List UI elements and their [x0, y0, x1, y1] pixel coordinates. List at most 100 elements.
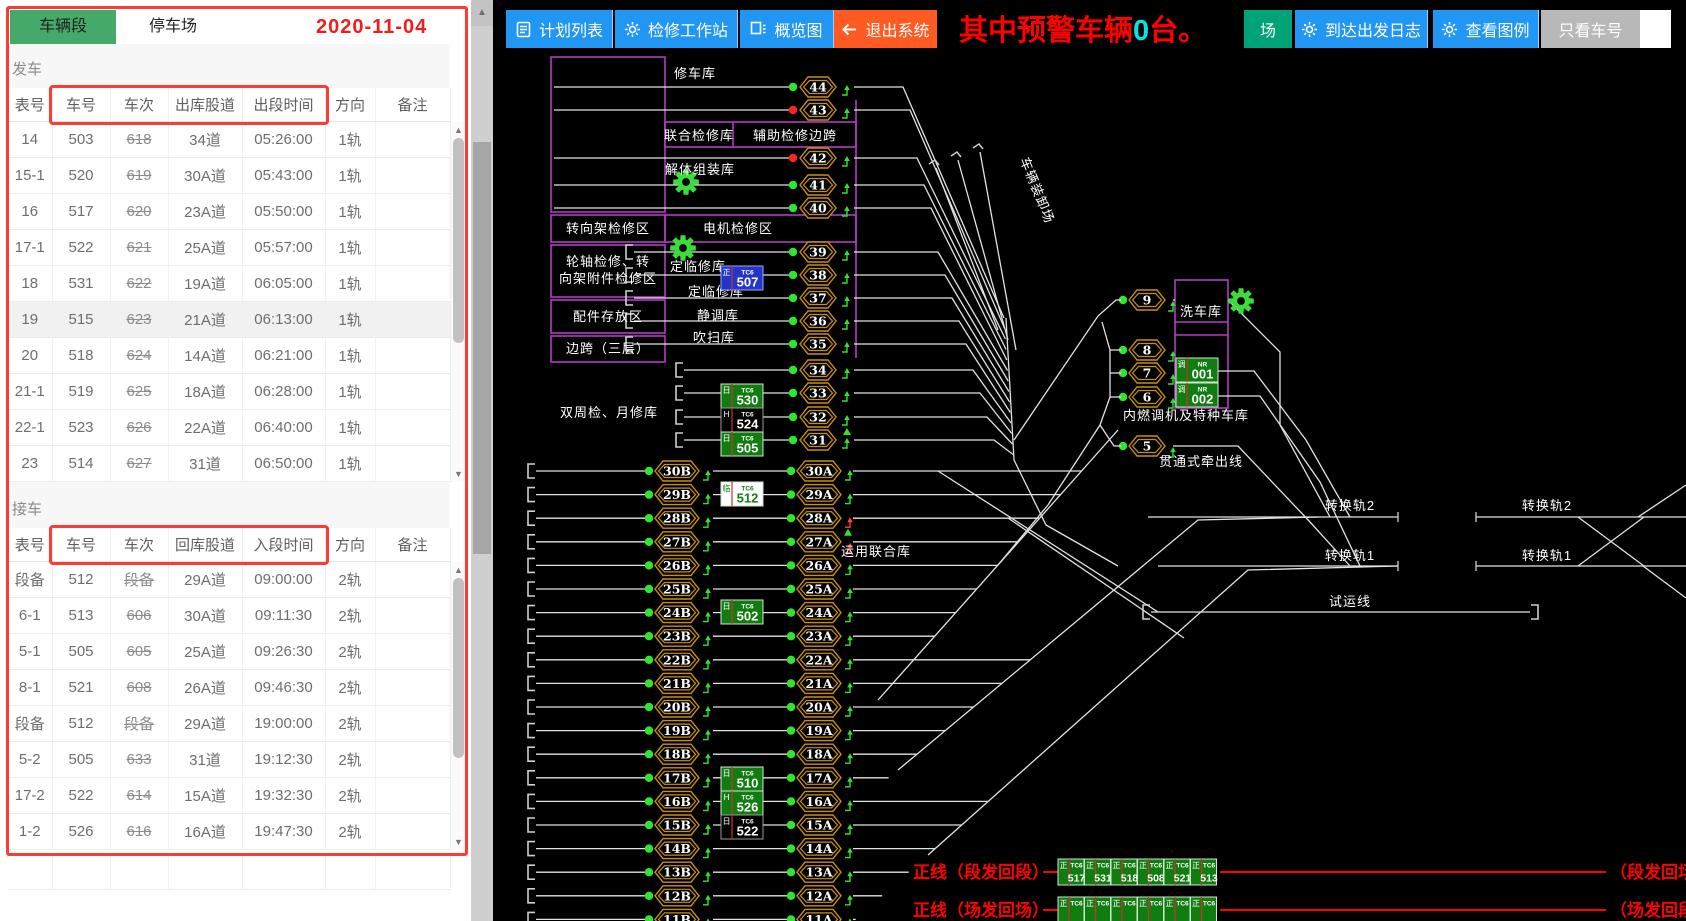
track-badge: 15A: [797, 815, 841, 835]
svg-text:正: 正: [1113, 899, 1121, 908]
table-cell: 14: [8, 122, 52, 158]
table-row[interactable]: [8, 854, 450, 890]
train-unit-box[interactable]: 日TC6510: [721, 767, 763, 791]
svg-text:41: 41: [809, 178, 826, 193]
table-row[interactable]: 2051862414A道06:21:001轨: [8, 338, 450, 374]
page-scrollbar-thumb[interactable]: [473, 142, 491, 554]
train-unit-box[interactable]: 调NR001: [1176, 358, 1218, 382]
table-cell: 1轨: [325, 446, 375, 482]
train-unit-box[interactable]: HTC6526: [721, 791, 763, 815]
arrival-section-label: 接车: [12, 498, 42, 519]
train-unit-box[interactable]: 正TC6507: [721, 266, 763, 290]
table-row[interactable]: 15-152061930A道05:43:001轨: [8, 158, 450, 194]
track-badge: 19B: [655, 721, 699, 741]
table-header-row: 表号车号车次出库股道出段时间方向备注: [8, 88, 450, 122]
train-unit-box[interactable]: 正TC6: [1138, 897, 1164, 921]
train-unit-box[interactable]: 日TC6522: [721, 815, 763, 839]
train-unit-box[interactable]: 正TC6: [1191, 897, 1217, 921]
track-occupancy-dot: [789, 340, 797, 348]
overflow-empty-row: [8, 854, 451, 890]
train-unit-box[interactable]: 正TC6521: [1164, 859, 1191, 885]
table-row[interactable]: 5-150560525A道09:26:302轨: [8, 634, 450, 670]
track-occupancy-dot: [789, 204, 797, 212]
track-occupancy-dot: [645, 915, 653, 921]
table-cell: 505: [52, 742, 110, 778]
table-row[interactable]: 17-152262125A道05:57:001轨: [8, 230, 450, 266]
scroll-up-icon[interactable]: ▲: [471, 0, 493, 26]
table-row[interactable]: 1853162219A道06:05:001轨: [8, 266, 450, 302]
train-unit-box[interactable]: 正TC6517: [1058, 859, 1085, 885]
arrival-table-scrollbar[interactable]: ▲ ▼: [450, 562, 466, 850]
track-badge: 11B: [655, 909, 699, 921]
zone-label: 转换轨2: [1325, 498, 1375, 513]
tab-depot[interactable]: 车辆段: [10, 10, 116, 44]
track-badge: 24B: [655, 603, 699, 623]
svg-text:H: H: [724, 410, 730, 419]
table-row[interactable]: 段备512段备29A道19:00:002轨: [8, 706, 450, 742]
page-scrollbar[interactable]: ▲: [471, 0, 493, 921]
departure-table-scrollbar[interactable]: ▲ ▼: [450, 122, 466, 482]
train-unit-box[interactable]: 正TC6513: [1191, 859, 1218, 885]
train-unit-box[interactable]: 正TC6508: [1138, 859, 1165, 885]
table-row[interactable]: 5-250563331道19:12:302轨: [8, 742, 450, 778]
track-occupancy-dot: [787, 538, 795, 546]
table-cell: 614: [110, 778, 168, 814]
train-unit-box[interactable]: 正TC6: [1164, 897, 1190, 921]
table-row[interactable]: 6-151360630A道09:11:302轨: [8, 598, 450, 634]
table-cell: 2轨: [325, 814, 375, 850]
track-badge: 42: [800, 148, 836, 168]
table-cell: 608: [110, 670, 168, 706]
train-unit-box[interactable]: 正TC6: [1085, 897, 1111, 921]
train-unit-box[interactable]: 日TC6505: [721, 432, 763, 456]
train-unit-box[interactable]: 正TC6531: [1085, 859, 1112, 885]
train-unit-box[interactable]: 正TC6518: [1111, 859, 1138, 885]
table-cell: [52, 854, 110, 890]
svg-text:28A: 28A: [805, 511, 832, 526]
svg-text:9: 9: [1143, 293, 1152, 308]
train-unit-box[interactable]: 调NR002: [1176, 383, 1218, 407]
svg-text:12A: 12A: [805, 888, 832, 903]
table-row[interactable]: 1951562321A道06:13:001轨: [8, 302, 450, 338]
track-occupancy-dot: [787, 821, 795, 829]
track-badge: 26B: [655, 555, 699, 575]
track-occupancy-dot: [645, 608, 653, 616]
table-row[interactable]: 21-151962518A道06:28:001轨: [8, 374, 450, 410]
track-badge: 36: [800, 311, 836, 331]
svg-text:517: 517: [1068, 873, 1086, 885]
train-unit-box[interactable]: 正TC6: [1058, 897, 1084, 921]
zone-label: 运用联合库: [841, 544, 911, 559]
table-row[interactable]: 1651762023A道05:50:001轨: [8, 194, 450, 230]
mainline-row-label: 正线（场发回场）: [913, 900, 1049, 920]
train-unit-box[interactable]: 临TC6512: [721, 482, 763, 506]
track-badge: 33: [800, 383, 836, 403]
train-unit-box[interactable]: 正TC6: [1111, 897, 1137, 921]
track-occupancy-dot: [645, 656, 653, 664]
zone-label: 联合检修库: [664, 128, 734, 143]
train-unit-box[interactable]: 日TC6502: [721, 600, 763, 624]
track-badge: 8: [1129, 340, 1165, 360]
table-row[interactable]: 1-252661616A道19:47:302轨: [8, 814, 450, 850]
table-row[interactable]: 17-252261415A道19:32:302轨: [8, 778, 450, 814]
zone-label: 辅助检修边跨: [753, 128, 837, 143]
table-row[interactable]: 2351462731道06:50:001轨: [8, 446, 450, 482]
tab-parking-lot[interactable]: 停车场: [116, 10, 230, 44]
table-cell: 503: [52, 122, 110, 158]
table-cell: 19:12:30: [242, 742, 325, 778]
table-cell: 520: [52, 158, 110, 194]
table-row[interactable]: 段备512段备29A道09:00:002轨: [8, 562, 450, 598]
track-badge: 12B: [655, 886, 699, 906]
train-unit-box[interactable]: 日TC6530: [721, 384, 763, 408]
track-occupancy-dot: [789, 154, 797, 162]
table-row[interactable]: 8-152160826A道09:46:302轨: [8, 670, 450, 706]
train-unit-box[interactable]: HTC6524: [721, 408, 763, 432]
track-badge: 39: [800, 242, 836, 262]
table-row[interactable]: 22-152362622A道06:40:001轨: [8, 410, 450, 446]
table-row[interactable]: 1450361834道05:26:001轨: [8, 122, 450, 158]
zone-label: 洗车库: [1180, 304, 1222, 319]
svg-text:34: 34: [809, 363, 827, 378]
track-occupancy-dot: [645, 844, 653, 852]
table-cell: 523: [52, 410, 110, 446]
column-header: 车次: [110, 88, 168, 122]
table-cell: [375, 854, 450, 890]
table-cell: [375, 158, 450, 194]
